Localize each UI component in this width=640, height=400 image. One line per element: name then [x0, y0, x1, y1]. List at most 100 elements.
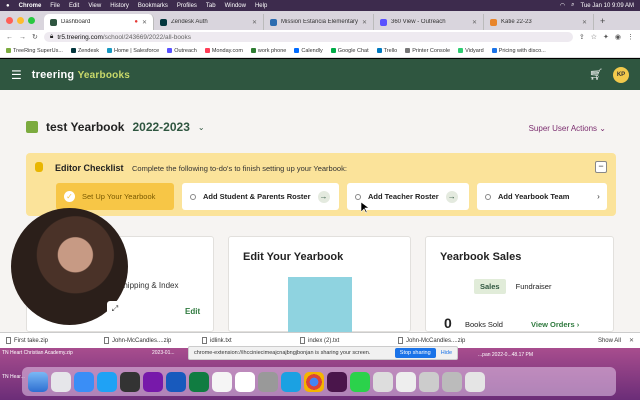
close-window-icon[interactable]: [6, 17, 13, 24]
menu-history[interactable]: History: [110, 3, 129, 9]
close-downloads-icon[interactable]: ✕: [629, 337, 634, 344]
trash-icon[interactable]: [465, 371, 485, 392]
close-tab-icon[interactable]: ✕: [472, 19, 477, 26]
menu-profiles[interactable]: Profiles: [177, 3, 197, 9]
launchpad-icon[interactable]: [51, 371, 71, 392]
collapse-button[interactable]: −: [595, 161, 607, 173]
bookmark-item[interactable]: TreeRing SuperUs...: [6, 48, 63, 54]
photos-icon[interactable]: [212, 371, 232, 392]
expand-icon[interactable]: ⤢: [107, 301, 123, 317]
calendar-icon[interactable]: [235, 371, 255, 392]
zoom-icon[interactable]: [281, 371, 301, 392]
super-user-actions[interactable]: Super User Actions ⌄: [529, 124, 606, 133]
tab-360-view[interactable]: 360 View - Outreach ✕: [374, 14, 484, 30]
chrome-icon[interactable]: [304, 371, 324, 392]
bookmark-item[interactable]: Google Chat: [330, 48, 369, 54]
calculator-icon[interactable]: [120, 371, 140, 392]
edit-link[interactable]: Edit: [185, 307, 200, 316]
treering-logo[interactable]: treering Yearbooks: [32, 69, 130, 81]
avatar[interactable]: KP: [613, 66, 629, 83]
address-toolbar: ← → ↻ 🔒︎ tr5.treering.com/school/243669/…: [0, 30, 640, 44]
url-field[interactable]: 🔒︎ tr5.treering.com/school/243669/2022/a…: [43, 32, 573, 42]
yearbook-selector[interactable]: test Yearbook 2022-2023 ⌄: [26, 120, 205, 134]
bookmark-item[interactable]: Calendly: [294, 48, 323, 54]
tab-zendesk-auth[interactable]: Zendesk Auth ✕: [154, 14, 264, 30]
desktop-file-label[interactable]: ...pan 2022-0...48.17 PM: [478, 352, 533, 358]
star-icon[interactable]: ☆: [591, 33, 597, 41]
menubar-datetime[interactable]: Tue Jan 10 9:09 AM: [581, 3, 634, 9]
hide-button[interactable]: Hide: [441, 350, 452, 356]
finder-icon[interactable]: [28, 371, 48, 392]
tab-mission-estancia[interactable]: Mission Estancia Elementary S ✕: [264, 14, 374, 30]
slack-icon[interactable]: [327, 371, 347, 392]
profile-icon[interactable]: ◉: [615, 33, 621, 41]
stop-sharing-button[interactable]: Stop sharing: [394, 348, 436, 358]
onenote-icon[interactable]: [143, 371, 163, 392]
tab-sales[interactable]: Sales: [474, 279, 506, 294]
desktop-file-label[interactable]: 2023-01...: [152, 350, 175, 356]
excel-icon[interactable]: [189, 371, 209, 392]
menu-dots-icon[interactable]: ⋮: [627, 33, 634, 41]
close-tab-icon[interactable]: ✕: [362, 19, 367, 26]
reload-icon[interactable]: ↻: [32, 33, 38, 41]
download-item[interactable]: John-McCandles....zip: [398, 337, 496, 344]
safari-icon[interactable]: [74, 371, 94, 392]
share-icon[interactable]: ⇪: [579, 33, 585, 41]
extensions-icon[interactable]: ✦: [603, 33, 609, 41]
bookmark-item[interactable]: work phone: [250, 48, 286, 54]
download-item[interactable]: John-McCandles....zip: [104, 337, 202, 344]
downloads-stack-icon[interactable]: [442, 371, 462, 392]
check-icon: ✓: [64, 191, 75, 202]
menu-view[interactable]: View: [88, 3, 101, 9]
menu-edit[interactable]: Edit: [69, 3, 79, 9]
word-icon[interactable]: [166, 371, 186, 392]
download-item[interactable]: First take.zip: [6, 337, 104, 344]
close-tab-icon[interactable]: ✕: [252, 19, 257, 26]
app-store-icon[interactable]: [97, 371, 117, 392]
document-icon[interactable]: [419, 371, 439, 392]
bookmark-item[interactable]: Home | Salesforce: [107, 48, 159, 54]
apple-icon[interactable]: ●: [6, 3, 10, 9]
chevron-right-icon[interactable]: ›: [592, 190, 605, 203]
menubar-app-name[interactable]: Chrome: [19, 3, 42, 9]
search-icon[interactable]: ⌕: [571, 2, 574, 9]
bookmark-item[interactable]: Outreach: [167, 48, 197, 54]
hamburger-menu-icon[interactable]: ☰: [11, 68, 22, 82]
view-orders-link[interactable]: View Orders ›: [531, 320, 579, 329]
notes-icon[interactable]: [373, 371, 393, 392]
cart-icon[interactable]: 🛒︎: [589, 68, 603, 81]
tab-katie[interactable]: Katie 22-23 ✕: [484, 14, 594, 30]
show-all-link[interactable]: Show All: [598, 338, 621, 344]
bookmark-item[interactable]: Monday.com: [204, 48, 243, 54]
download-item[interactable]: idlink.txt: [202, 337, 300, 344]
system-preferences-icon[interactable]: [258, 371, 278, 392]
step-add-student-roster[interactable]: Add Student & Parents Roster →: [182, 183, 339, 210]
download-item[interactable]: index (2).txt: [300, 337, 398, 344]
tab-dashboard[interactable]: Dashboard ● ✕: [44, 14, 154, 30]
menu-file[interactable]: File: [50, 3, 60, 9]
bookmark-item[interactable]: Vidyard: [458, 48, 484, 54]
menu-tab[interactable]: Tab: [206, 3, 216, 9]
new-tab-icon[interactable]: +: [600, 16, 605, 26]
tab-fundraiser[interactable]: Fundraiser: [516, 282, 552, 291]
bookmark-item[interactable]: Trello: [376, 48, 397, 54]
menu-help[interactable]: Help: [255, 3, 267, 9]
step-add-yearbook-team[interactable]: Add Yearbook Team: [477, 183, 607, 210]
forward-icon[interactable]: →: [19, 34, 26, 41]
yearbook-cover-thumbnail[interactable]: [288, 277, 352, 333]
minimize-window-icon[interactable]: [17, 17, 24, 24]
close-tab-icon[interactable]: ✕: [582, 19, 587, 26]
bookmark-item[interactable]: Pricing with disco...: [491, 48, 546, 54]
menu-window[interactable]: Window: [225, 3, 246, 9]
messages-icon[interactable]: [350, 371, 370, 392]
back-icon[interactable]: ←: [6, 34, 13, 41]
close-tab-icon[interactable]: ✕: [142, 19, 147, 26]
wifi-icon[interactable]: ◠: [560, 2, 565, 9]
step-set-up-yearbook[interactable]: ✓ Set Up Your Yearbook: [56, 183, 174, 210]
preview-icon[interactable]: [396, 371, 416, 392]
bookmark-item[interactable]: Printer Console: [405, 48, 450, 54]
menu-bookmarks[interactable]: Bookmarks: [138, 3, 168, 9]
bookmark-item[interactable]: Zendesk: [70, 48, 99, 54]
zoom-window-icon[interactable]: [28, 17, 35, 24]
desktop-file-label[interactable]: TN Heart Christian Academy.zip: [2, 350, 73, 356]
